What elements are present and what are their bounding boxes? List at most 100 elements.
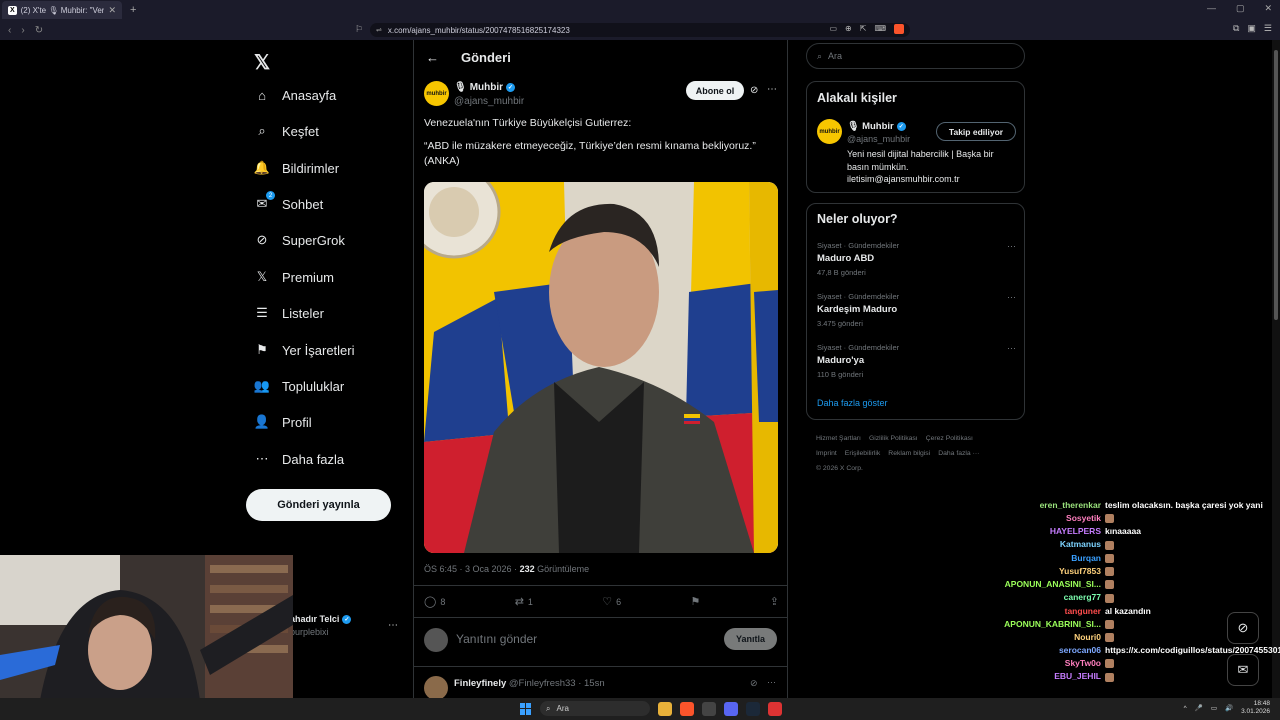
following-button[interactable]: Takip ediliyor bbox=[936, 122, 1016, 141]
grok-icon[interactable]: ⊘ bbox=[750, 678, 758, 689]
zoom-icon[interactable]: ⊕ bbox=[845, 24, 852, 34]
bookmark-action[interactable]: ⚑ bbox=[691, 595, 701, 608]
menu-icon[interactable]: ☰ bbox=[1264, 23, 1272, 34]
network-icon[interactable]: ▭ bbox=[1211, 704, 1217, 712]
close-tab-icon[interactable]: ✕ bbox=[108, 5, 116, 16]
screen-icon[interactable]: ▭ bbox=[829, 24, 837, 34]
chat-username[interactable]: Yusuf7853 bbox=[990, 566, 1105, 576]
nav-item-bookmarks[interactable]: ⚑ Yer İşaretleri bbox=[254, 340, 354, 360]
nav-item-lists[interactable]: ☰ Listeler bbox=[254, 303, 324, 323]
account-switcher[interactable]: ahadır Telci ✓ purplebixi bbox=[290, 614, 352, 637]
clock[interactable]: 18:48 3.01.2026 bbox=[1241, 700, 1270, 716]
brave-icon[interactable] bbox=[680, 701, 694, 716]
author-name[interactable]: Muhbir bbox=[470, 82, 503, 93]
footer-link[interactable]: Imprint bbox=[816, 450, 837, 457]
trend-more-icon[interactable]: ⋯ bbox=[1007, 241, 1016, 252]
more-options-icon[interactable]: ⋯ bbox=[767, 677, 776, 688]
volume-icon[interactable]: 🔊 bbox=[1225, 704, 1233, 712]
nav-item-more[interactable]: ⋯ Daha fazla bbox=[254, 449, 345, 469]
obs-icon[interactable] bbox=[768, 701, 782, 716]
x-logo-icon[interactable]: 𝕏 bbox=[254, 50, 270, 75]
wallet-icon[interactable]: ▣ bbox=[1247, 23, 1256, 34]
nav-item-explore[interactable]: ⌕ Keşfet bbox=[254, 121, 319, 141]
back-nav-icon[interactable]: ‹ bbox=[8, 25, 11, 36]
steam-icon[interactable] bbox=[746, 701, 760, 716]
author-handle[interactable]: @ajans_muhbir bbox=[454, 96, 524, 107]
reply-author-name[interactable]: Finleyfinely bbox=[454, 678, 506, 689]
minimize-icon[interactable]: — bbox=[1207, 3, 1216, 14]
author-avatar[interactable]: muhbir bbox=[424, 81, 449, 106]
file-explorer-icon[interactable] bbox=[658, 701, 672, 716]
footer-link[interactable]: Reklam bilgisi bbox=[888, 450, 930, 457]
site-info-icon[interactable]: ⇌ bbox=[376, 26, 382, 34]
reload-icon[interactable]: ↻ bbox=[35, 25, 43, 36]
person-avatar[interactable]: muhbir bbox=[817, 119, 842, 144]
back-arrow-icon[interactable]: ← bbox=[426, 50, 439, 65]
trend-item[interactable]: Siyaset · Gündemdekiler Kardeşim Maduro 3.… bbox=[817, 292, 1016, 328]
tray-chevron-icon[interactable]: ^ bbox=[1184, 705, 1187, 712]
chat-username[interactable]: APONUN_KABRINI_SI... bbox=[990, 619, 1105, 629]
trend-item[interactable]: Siyaset · Gündemdekiler Maduro ABD 47,8 B … bbox=[817, 241, 1016, 277]
brave-shield-icon[interactable] bbox=[894, 24, 904, 34]
translate-icon[interactable]: ⌨ bbox=[874, 24, 886, 34]
chat-username[interactable]: EBU_JEHIL bbox=[990, 671, 1105, 681]
account-more-icon[interactable]: ⋯ bbox=[388, 620, 398, 631]
trend-item[interactable]: Siyaset · Gündemdekiler Maduro'ya 110 B gö… bbox=[817, 343, 1016, 379]
show-more-link[interactable]: Daha fazla göster bbox=[817, 398, 888, 408]
reply-action[interactable]: ◯ 8 bbox=[424, 595, 445, 608]
chat-username[interactable]: tanguner bbox=[990, 606, 1105, 616]
nav-item-premium[interactable]: 𝕏 Premium bbox=[254, 267, 334, 287]
share-icon[interactable]: ⇱ bbox=[860, 24, 867, 34]
nav-item-home[interactable]: ⌂ Anasayfa bbox=[254, 85, 336, 105]
url-field[interactable]: ⇌ x.com/ajans_muhbir/status/200747851682… bbox=[370, 23, 910, 37]
chat-username[interactable]: serocan06 bbox=[990, 645, 1105, 655]
nav-item-communities[interactable]: 👥 Topluluklar bbox=[254, 376, 344, 396]
footer-link[interactable]: Hizmet Şartları bbox=[816, 435, 861, 442]
search-input[interactable]: ⌕ Ara bbox=[806, 43, 1025, 69]
repost-action[interactable]: ⇄ 1 bbox=[515, 595, 533, 608]
chat-username[interactable]: SkyTw0o bbox=[990, 658, 1105, 668]
chat-username[interactable]: Nouri0 bbox=[990, 632, 1105, 642]
trend-more-icon[interactable]: ⋯ bbox=[1007, 292, 1016, 303]
footer-link[interactable]: Gizlilik Politikası bbox=[869, 435, 918, 442]
chat-username[interactable]: HAYELPERS bbox=[990, 526, 1105, 536]
x-app-icon[interactable] bbox=[702, 701, 716, 716]
chat-username[interactable]: Burqan bbox=[990, 553, 1105, 563]
reply-button[interactable]: Yanıtla bbox=[724, 628, 777, 650]
trend-more-icon[interactable]: ⋯ bbox=[1007, 343, 1016, 354]
post-photo[interactable] bbox=[424, 182, 778, 553]
nav-item-chat[interactable]: ✉ 2 Sohbet bbox=[254, 191, 323, 214]
new-tab-icon[interactable]: + bbox=[130, 4, 136, 16]
close-window-icon[interactable]: ✕ bbox=[1264, 3, 1272, 14]
chat-username[interactable]: Sosyetik bbox=[990, 513, 1105, 523]
person-name[interactable]: Muhbir bbox=[862, 121, 894, 132]
chat-username[interactable]: eren_therenkar bbox=[990, 500, 1105, 510]
reply-input[interactable]: Yanıtını gönder bbox=[456, 632, 537, 646]
footer-link[interactable]: Daha fazla ··· bbox=[938, 450, 979, 457]
subscribe-button[interactable]: Abone ol bbox=[686, 81, 744, 100]
chat-username[interactable]: canerg77 bbox=[990, 592, 1105, 602]
reply-author-avatar[interactable] bbox=[424, 676, 448, 700]
footer-link[interactable]: Erişilebilirlik bbox=[845, 450, 881, 457]
bookmark-page-icon[interactable]: ⚐ bbox=[355, 24, 363, 35]
start-button[interactable] bbox=[520, 702, 532, 715]
forward-nav-icon[interactable]: › bbox=[21, 25, 24, 36]
maximize-icon[interactable]: ▢ bbox=[1236, 3, 1245, 14]
post-time[interactable]: ÖS 6:45 · 3 Oca 2026 · bbox=[424, 564, 520, 574]
browser-tab[interactable]: X (2) X'te 🎙 Muhbir: "Venezuela'n ✕ bbox=[2, 1, 122, 19]
scroll-thumb[interactable] bbox=[1274, 50, 1278, 320]
discord-icon[interactable] bbox=[724, 701, 738, 716]
like-action[interactable]: ♡ 6 bbox=[602, 595, 621, 608]
nav-item-profile[interactable]: 👤 Profil bbox=[254, 412, 312, 432]
chat-username[interactable]: APONUN_ANASINI_SI... bbox=[990, 579, 1105, 589]
mic-icon[interactable]: 🎤 bbox=[1195, 704, 1203, 712]
extensions-icon[interactable]: ⧉ bbox=[1233, 23, 1239, 34]
chat-username[interactable]: Katmanus bbox=[990, 539, 1105, 549]
nav-item-notifications[interactable]: 🔔 Bildirimler bbox=[254, 158, 339, 178]
share-action[interactable]: ⇪ bbox=[770, 595, 779, 608]
more-options-icon[interactable]: ⋯ bbox=[767, 84, 777, 95]
footer-link[interactable]: Çerez Politikası bbox=[926, 435, 973, 442]
taskbar-search[interactable]: ⌕ Ara bbox=[540, 701, 650, 716]
grok-icon[interactable]: ⊘ bbox=[750, 85, 758, 96]
nav-item-supergrok[interactable]: ⊘ SuperGrok bbox=[254, 230, 345, 250]
